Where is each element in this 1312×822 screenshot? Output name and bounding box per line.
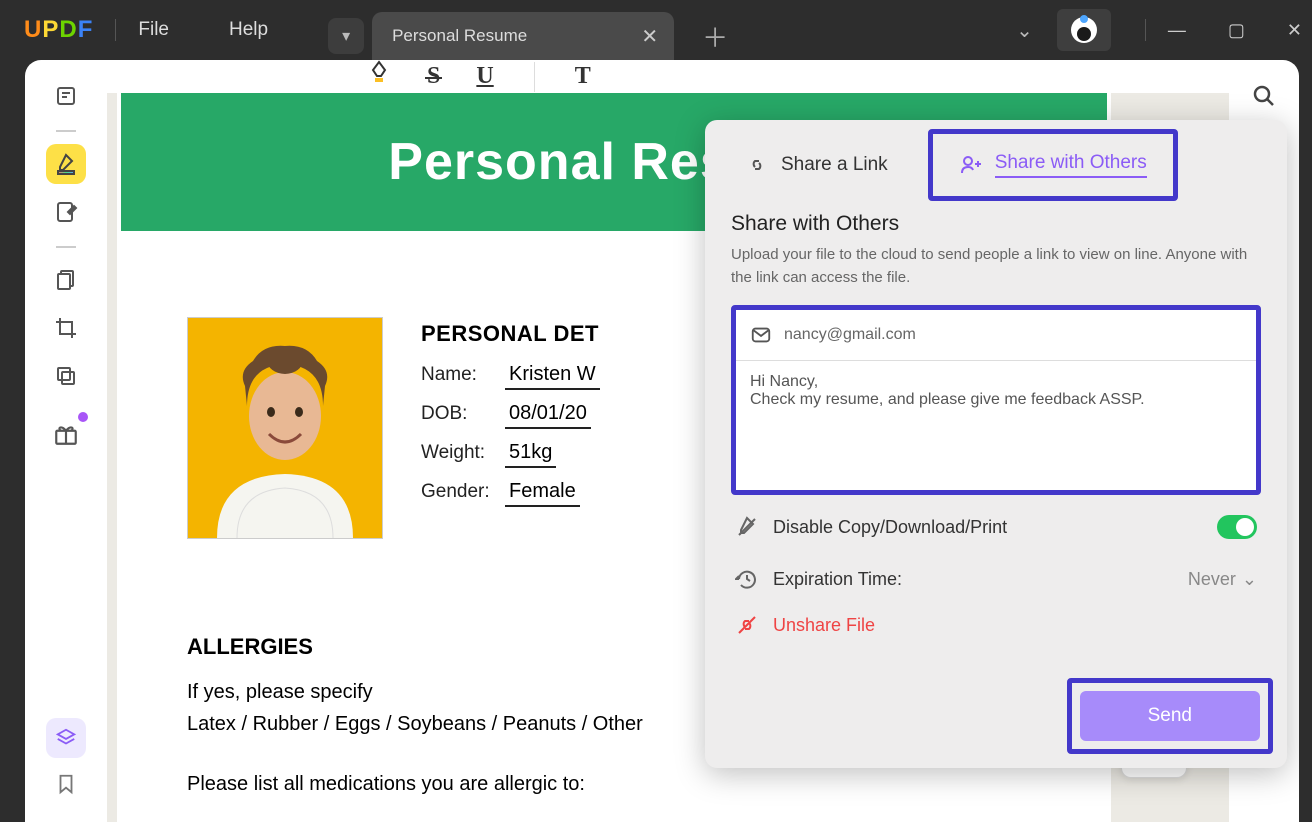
minimize-icon[interactable]: —	[1168, 20, 1186, 41]
window-controls: — ▢ ✕	[1168, 20, 1302, 41]
highlight-tool-icon[interactable]	[46, 144, 86, 184]
message-input[interactable]	[750, 373, 1242, 473]
app-logo: UPDF	[24, 16, 93, 44]
dob-label: DOB:	[421, 403, 501, 425]
divider	[115, 19, 116, 41]
annotation-toolbar: S U T	[107, 60, 1229, 93]
email-input[interactable]	[784, 326, 1242, 344]
main-area: S U T Personal Resume	[25, 60, 1299, 822]
toolbar-separator	[534, 62, 535, 92]
pages-tool-icon[interactable]	[46, 260, 86, 300]
chevron-down-icon[interactable]: ⌄	[1016, 18, 1033, 43]
disable-copy-toggle[interactable]	[1217, 515, 1257, 539]
search-icon[interactable]	[1244, 76, 1284, 116]
expiration-row[interactable]: Expiration Time: Never ⌄	[731, 547, 1261, 599]
underline-icon[interactable]: U	[476, 63, 493, 90]
expiration-label: Expiration Time:	[773, 569, 902, 590]
gift-icon[interactable]	[46, 414, 86, 454]
name-value: Kristen W	[505, 363, 600, 390]
share-link-tab[interactable]: Share a Link	[735, 145, 898, 185]
menu-help[interactable]: Help	[229, 19, 268, 41]
unshare-label: Unshare File	[773, 615, 875, 636]
profile-photo	[187, 317, 383, 539]
titlebar: UPDF File Help ▾ Personal Resume ✕ ＋ ⌄ —…	[0, 0, 1312, 60]
text-icon[interactable]: T	[575, 63, 591, 90]
weight-value: 51kg	[505, 441, 556, 468]
disable-icon	[735, 515, 759, 539]
weight-label: Weight:	[421, 442, 501, 464]
dob-value: 08/01/20	[505, 402, 591, 429]
layers-icon[interactable]	[46, 718, 86, 758]
disable-copy-row: Disable Copy/Download/Print	[731, 495, 1261, 547]
share-panel: Share a Link Share with Others Share wit…	[705, 120, 1287, 768]
send-highlight: Send	[1067, 678, 1273, 754]
maximize-icon[interactable]: ▢	[1228, 20, 1245, 41]
divider	[1145, 19, 1146, 41]
panel-heading: Share with Others	[731, 212, 1261, 236]
reader-tool-icon[interactable]	[46, 76, 86, 116]
tab-close-icon[interactable]: ✕	[641, 24, 658, 49]
expiration-value: Never ⌄	[1188, 569, 1257, 590]
share-link-label: Share a Link	[781, 154, 888, 176]
menu-file[interactable]: File	[138, 19, 169, 41]
panel-description: Upload your file to the cloud to send pe…	[731, 244, 1261, 289]
bookmark-icon[interactable]	[46, 764, 86, 804]
share-others-label: Share with Others	[995, 152, 1147, 178]
disable-copy-label: Disable Copy/Download/Print	[773, 517, 1007, 538]
history-icon	[735, 567, 759, 591]
strikethrough-icon[interactable]: S	[427, 63, 440, 90]
unshare-button[interactable]: Unshare File	[731, 599, 1261, 651]
account-button[interactable]	[1057, 9, 1111, 51]
medications-question: Please list all medications you are alle…	[187, 768, 1041, 800]
share-tabs: Share a Link Share with Others	[705, 120, 1287, 210]
copy-tool-icon[interactable]	[46, 356, 86, 396]
share-others-tab[interactable]: Share with Others	[928, 129, 1178, 201]
mail-icon	[750, 324, 772, 346]
send-button[interactable]: Send	[1080, 691, 1260, 741]
crop-tool-icon[interactable]	[46, 308, 86, 348]
tab-title: Personal Resume	[392, 26, 527, 46]
gender-label: Gender:	[421, 481, 501, 503]
tab-dropdown[interactable]: ▾	[328, 18, 364, 54]
left-sidebar	[25, 60, 107, 822]
highlighter-icon[interactable]	[367, 60, 391, 93]
share-input-box	[731, 305, 1261, 495]
gender-value: Female	[505, 480, 580, 507]
name-label: Name:	[421, 364, 501, 386]
close-icon[interactable]: ✕	[1287, 20, 1302, 41]
document-tab[interactable]: Personal Resume ✕	[372, 12, 674, 60]
new-tab-button[interactable]: ＋	[702, 18, 728, 55]
edit-tool-icon[interactable]	[46, 192, 86, 232]
chevron-down-icon: ⌄	[1242, 569, 1257, 590]
